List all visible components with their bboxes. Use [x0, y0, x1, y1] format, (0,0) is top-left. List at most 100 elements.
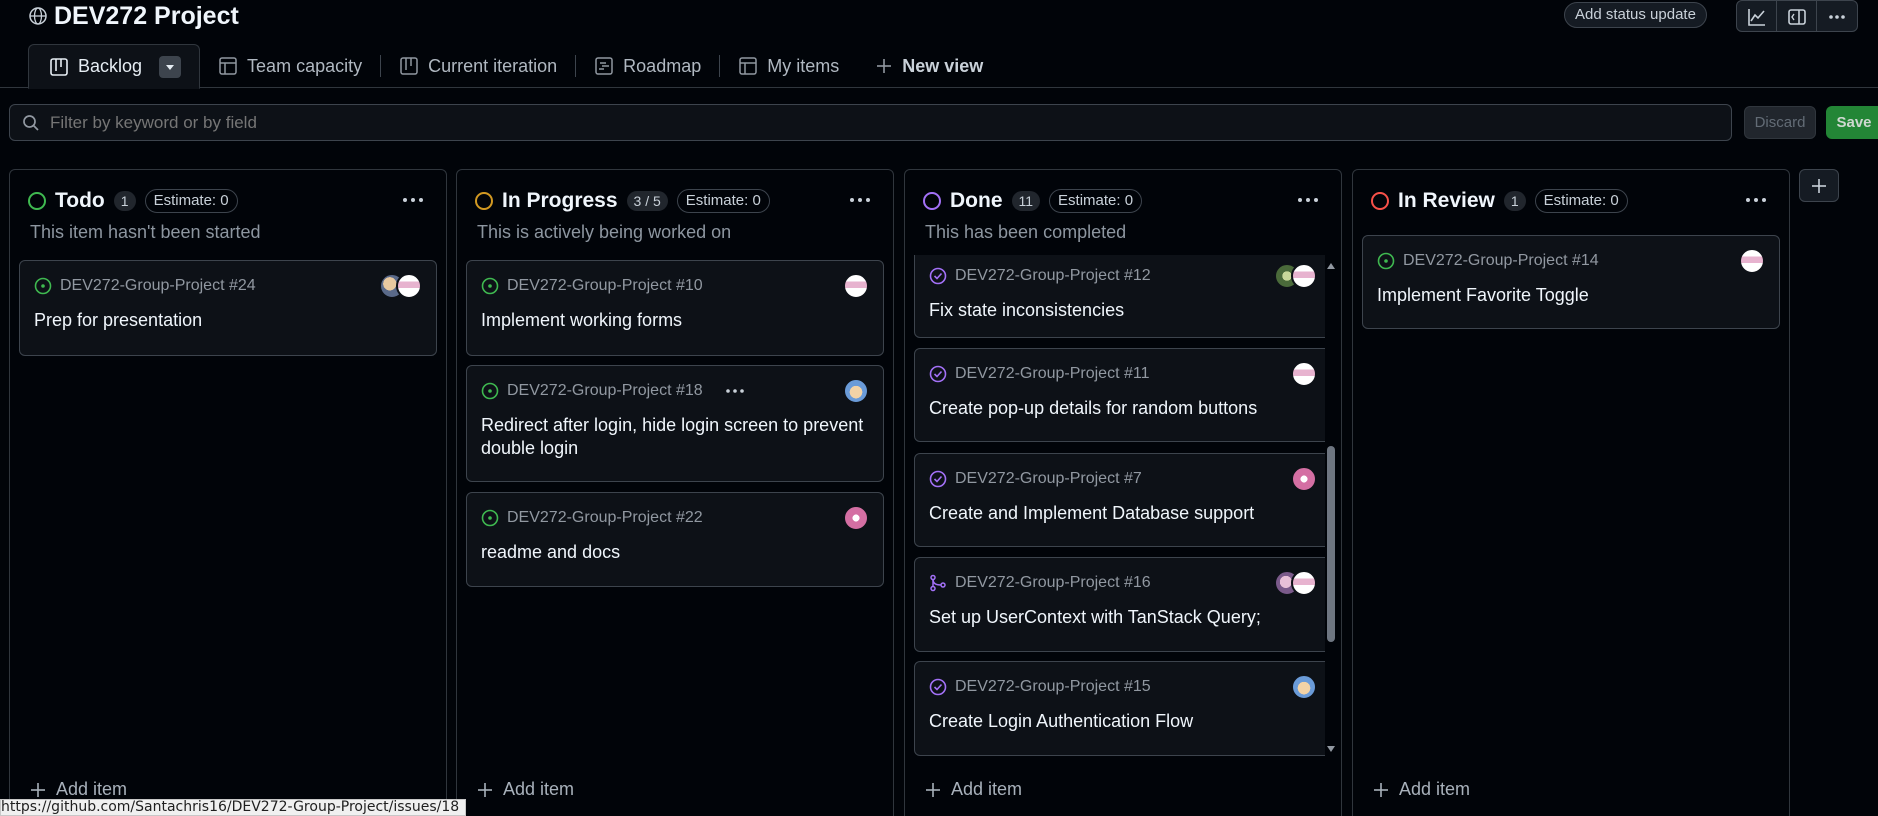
tab-roadmap[interactable]: Roadmap	[576, 44, 719, 88]
issue-ref[interactable]: DEV272-Group-Project #24	[60, 277, 256, 295]
avatar[interactable]	[1291, 674, 1317, 700]
add-status-update-button[interactable]: Add status update	[1564, 2, 1707, 28]
issue-card[interactable]: DEV272-Group-Project #11 Create pop-up d…	[914, 348, 1325, 442]
card-meta: DEV272-Group-Project #11	[929, 365, 1149, 383]
estimate-badge: Estimate: 0	[144, 189, 238, 213]
item-count: 1	[113, 191, 136, 211]
issue-opened-icon	[34, 277, 52, 295]
card-title[interactable]: Create Login Authentication Flow	[929, 710, 1317, 733]
card-title[interactable]: Implement Favorite Toggle	[1377, 284, 1765, 307]
view-tabs: Backlog Team capacity Current iteration …	[28, 44, 1001, 89]
issue-card[interactable]: DEV272-Group-Project #10 Implement worki…	[466, 260, 884, 356]
plus-icon	[926, 782, 940, 797]
scroll-down-icon[interactable]	[1326, 745, 1336, 753]
issue-closed-icon	[929, 678, 947, 696]
plus-icon	[478, 782, 492, 797]
triangle-down-icon	[166, 64, 175, 70]
filter-input[interactable]	[50, 112, 1650, 133]
add-item-button[interactable]: Add item	[1373, 779, 1470, 800]
avatar[interactable]	[1291, 466, 1317, 492]
issue-ref[interactable]: DEV272-Group-Project #22	[507, 509, 703, 527]
column-menu-button[interactable]	[845, 188, 875, 212]
avatar[interactable]	[1291, 361, 1317, 387]
column-header: Todo 1 Estimate: 0	[28, 186, 428, 216]
assignees	[1274, 570, 1317, 596]
column-menu-button[interactable]	[398, 188, 428, 212]
issue-closed-icon	[929, 470, 947, 488]
column-menu-button[interactable]	[1741, 188, 1771, 212]
card-title[interactable]: readme and docs	[481, 541, 869, 564]
new-view-button[interactable]: New view	[857, 44, 1001, 88]
search-icon	[23, 114, 39, 131]
column-menu-button[interactable]	[1293, 188, 1323, 212]
item-count: 11	[1011, 191, 1041, 211]
issue-closed-icon	[929, 365, 947, 383]
card-title[interactable]: Prep for presentation	[34, 309, 422, 332]
kebab-horizontal-icon	[1829, 15, 1845, 19]
add-item-button[interactable]: Add item	[925, 779, 1022, 800]
issue-card[interactable]: DEV272-Group-Project #14 Implement Favor…	[1362, 235, 1780, 329]
tab-my-items[interactable]: My items	[720, 44, 857, 88]
card-title[interactable]: Implement working forms	[481, 309, 869, 332]
insights-button[interactable]	[1737, 1, 1777, 31]
project-title[interactable]: DEV272 Project	[54, 2, 239, 31]
avatar[interactable]	[396, 273, 422, 299]
avatar[interactable]	[843, 273, 869, 299]
done-column-scrollbar[interactable]	[1324, 258, 1338, 761]
column-header: In Progress 3 / 5 Estimate: 0	[475, 186, 875, 216]
avatar[interactable]	[1739, 248, 1765, 274]
tab-label: Team capacity	[247, 55, 363, 76]
issue-ref[interactable]: DEV272-Group-Project #12	[955, 267, 1151, 285]
scroll-up-icon[interactable]	[1326, 262, 1336, 270]
column-description: This is actively being worked on	[477, 222, 732, 242]
avatar[interactable]	[843, 378, 869, 404]
sidepanel-button[interactable]	[1777, 1, 1817, 31]
pull-request-card[interactable]: DEV272-Group-Project #16 Set up UserCont…	[914, 557, 1325, 652]
discard-button[interactable]: Discard	[1744, 106, 1816, 139]
avatar[interactable]	[1291, 263, 1317, 289]
issue-card[interactable]: DEV272-Group-Project #7 Create and Imple…	[914, 453, 1325, 547]
issue-ref[interactable]: DEV272-Group-Project #15	[955, 678, 1151, 696]
card-title[interactable]: Create and Implement Database support	[929, 502, 1317, 525]
card-title[interactable]: Create pop-up details for random buttons	[929, 397, 1317, 420]
issue-card[interactable]: DEV272-Group-Project #18 Redirect after …	[466, 365, 884, 482]
scrollbar-thumb[interactable]	[1327, 446, 1335, 642]
column-done: Done 11 Estimate: 0 This has been comple…	[904, 169, 1342, 816]
table-icon	[219, 57, 237, 75]
issue-ref[interactable]: DEV272-Group-Project #11	[955, 365, 1149, 383]
card-menu-button[interactable]	[725, 388, 745, 394]
tab-current-iteration[interactable]: Current iteration	[381, 44, 575, 88]
kebab-horizontal-icon	[725, 389, 744, 393]
issue-card[interactable]: DEV272-Group-Project #12 Fix state incon…	[914, 255, 1325, 338]
status-circle-icon	[28, 192, 46, 210]
add-item-button[interactable]: Add item	[477, 779, 574, 800]
issue-ref[interactable]: DEV272-Group-Project #18	[507, 382, 703, 400]
save-button[interactable]: Save	[1826, 106, 1878, 139]
avatar[interactable]	[1291, 570, 1317, 596]
issue-ref[interactable]: DEV272-Group-Project #7	[955, 470, 1142, 488]
issue-opened-icon	[481, 509, 499, 527]
column-name: In Review	[1398, 189, 1495, 212]
column-in-progress: In Progress 3 / 5 Estimate: 0 This is ac…	[456, 169, 894, 816]
issue-ref[interactable]: DEV272-Group-Project #14	[1403, 252, 1599, 270]
title-row: DEV272 Project	[28, 0, 239, 32]
view-options-dropdown[interactable]	[159, 55, 182, 78]
more-options-button[interactable]	[1817, 1, 1857, 31]
cards-scroll-area[interactable]: DEV272-Group-Project #12 Fix state incon…	[905, 255, 1325, 763]
issue-card[interactable]: DEV272-Group-Project #22 readme and docs	[466, 492, 884, 587]
issue-card[interactable]: DEV272-Group-Project #15 Create Login Au…	[914, 661, 1325, 756]
card-title[interactable]: Fix state inconsistencies	[929, 299, 1317, 322]
issue-card[interactable]: DEV272-Group-Project #24 Prep for presen…	[19, 260, 437, 356]
avatar[interactable]	[843, 505, 869, 531]
issue-ref[interactable]: DEV272-Group-Project #10	[507, 277, 703, 295]
status-circle-icon	[923, 192, 941, 210]
issue-opened-icon	[1377, 252, 1395, 270]
card-title[interactable]: Redirect after login, hide login screen …	[481, 414, 869, 460]
tab-backlog[interactable]: Backlog	[28, 44, 201, 89]
add-item-button[interactable]: Add item	[30, 779, 127, 800]
graph-icon	[1747, 9, 1765, 26]
tab-team-capacity[interactable]: Team capacity	[200, 44, 380, 88]
issue-ref[interactable]: DEV272-Group-Project #16	[955, 574, 1151, 592]
card-title[interactable]: Set up UserContext with TanStack Query;	[929, 606, 1317, 629]
add-column-button[interactable]	[1799, 169, 1839, 202]
